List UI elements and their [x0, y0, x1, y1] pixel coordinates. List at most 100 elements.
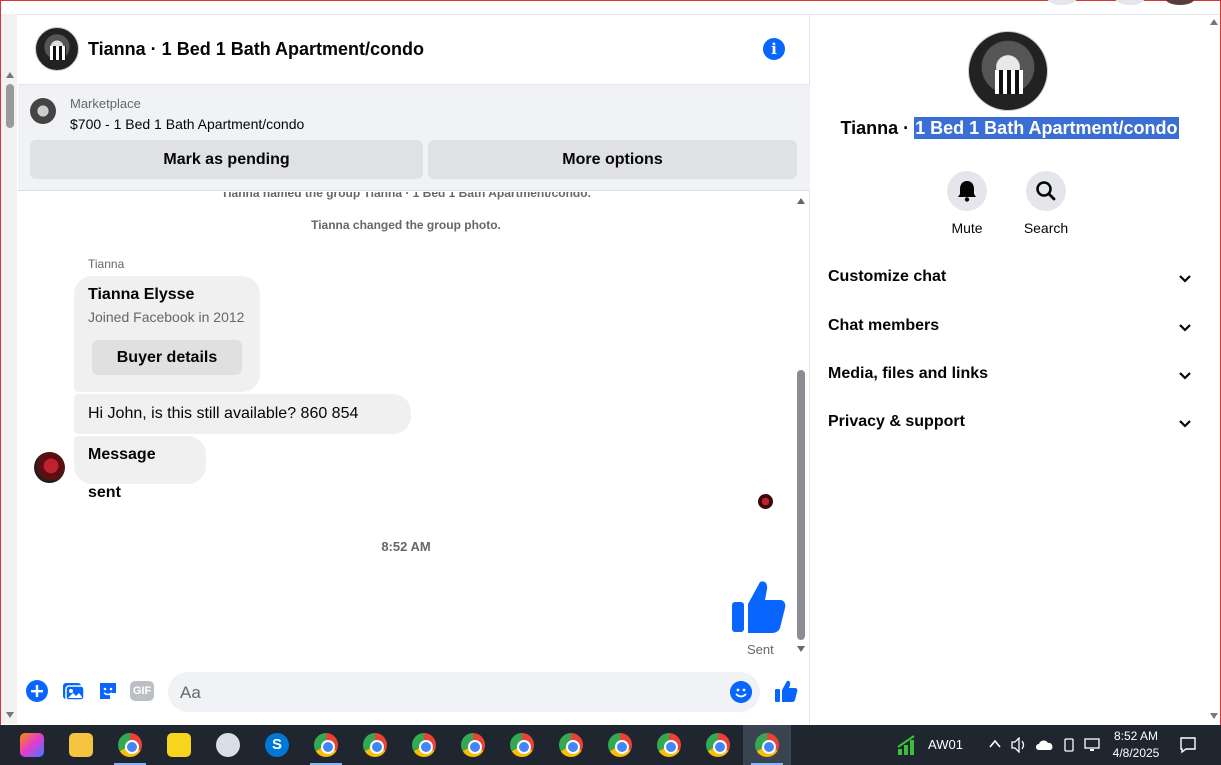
chevron-up-icon[interactable] — [988, 737, 1002, 751]
thumbs-up-send-icon[interactable] — [774, 679, 798, 703]
chrome-profile-icon[interactable] — [363, 733, 387, 757]
seen-indicator-avatar — [758, 494, 773, 509]
chrome-profile-icon[interactable] — [755, 733, 779, 757]
message-list: Tianna named the group Tianna · 1 Bed 1 … — [18, 192, 810, 662]
message-bubble[interactable]: Message sent — [74, 436, 206, 501]
menu-chat-members[interactable]: Chat members — [828, 317, 1192, 341]
scrollbar-thumb[interactable] — [6, 84, 14, 128]
group-name-selected: 1 Bed 1 Bath Apartment/condo — [914, 117, 1179, 139]
chevron-down-icon — [1179, 372, 1191, 380]
menu-label: Chat members — [828, 317, 940, 334]
toolbar-icon-partial[interactable] — [1115, 0, 1145, 5]
composer: GIF Aa — [18, 671, 810, 715]
copilot-icon[interactable] — [20, 733, 44, 757]
chrome-profile-icon[interactable] — [706, 733, 730, 757]
menu-privacy-support[interactable]: Privacy & support — [828, 413, 1192, 437]
scroll-up-arrow-icon[interactable] — [6, 72, 14, 78]
network-icon[interactable] — [1083, 737, 1101, 753]
listing-thumbnail[interactable] — [30, 98, 56, 124]
chevron-down-icon — [1179, 324, 1191, 332]
buyer-name: Tianna Elysse — [88, 286, 195, 303]
sent-status: Sent — [747, 642, 774, 657]
chat-header: Tianna · 1 Bed 1 Bath Apartment/condo i — [18, 15, 810, 85]
photo-icon[interactable] — [61, 679, 85, 703]
chat-info-panel: Tianna · 1 Bed 1 Bath Apartment/condo Mu… — [811, 15, 1208, 725]
notification-icon[interactable] — [1179, 736, 1197, 754]
more-options-button[interactable]: More options — [428, 140, 797, 179]
thumbs-up-icon — [732, 581, 786, 633]
clock-date: 4/8/2025 — [1112, 746, 1160, 760]
network-chart-icon[interactable] — [896, 733, 920, 757]
plus-circle-icon[interactable] — [25, 679, 49, 703]
skype-icon[interactable]: S — [265, 733, 289, 757]
buyer-details-button[interactable]: Buyer details — [92, 340, 242, 375]
menu-label: Media, files and links — [828, 365, 989, 382]
chrome-profile-icon[interactable] — [461, 733, 485, 757]
page-scrollbar[interactable] — [1, 14, 17, 724]
scroll-down-arrow-icon[interactable] — [1210, 713, 1218, 719]
emoji-icon[interactable] — [730, 681, 752, 703]
group-name-prefix: Tianna · — [840, 118, 915, 138]
toolbar-icon-partial[interactable] — [1047, 0, 1077, 5]
group-name[interactable]: Tianna · 1 Bed 1 Bath Apartment/condo — [811, 117, 1208, 139]
file-explorer-icon[interactable] — [69, 733, 93, 757]
volume-icon[interactable] — [1010, 737, 1028, 753]
system-clock[interactable]: 8:52 AM 4/8/2025 — [1110, 728, 1162, 762]
system-message: Tianna named the group Tianna · 1 Bed 1 … — [221, 192, 591, 200]
menu-label: Privacy & support — [828, 413, 965, 430]
chrome-profile-icon[interactable] — [608, 733, 632, 757]
chat-column: Tianna · 1 Bed 1 Bath Apartment/condo i … — [18, 15, 810, 725]
system-message: Tianna changed the group photo. — [311, 218, 501, 232]
device-icon[interactable] — [1061, 737, 1077, 753]
chrome-profile-icon[interactable] — [510, 733, 534, 757]
gif-icon[interactable]: GIF — [130, 681, 154, 701]
listing-title[interactable]: $700 - 1 Bed 1 Bath Apartment/condo — [70, 116, 304, 132]
marketplace-label: Marketplace — [70, 96, 141, 111]
scrollbar-thumb[interactable] — [797, 370, 805, 640]
sender-name: Tianna — [88, 257, 125, 271]
search-label: Search — [1023, 220, 1069, 236]
buyer-joined: Joined Facebook in 2012 — [88, 309, 245, 325]
scroll-down-arrow-icon[interactable] — [797, 646, 805, 652]
info-icon[interactable]: i — [763, 38, 785, 60]
message-timestamp: 8:52 AM — [381, 539, 431, 554]
profile-avatar-partial[interactable] — [1165, 0, 1195, 5]
menu-label: Customize chat — [828, 268, 947, 285]
message-bubble[interactable]: Hi John, is this still available? 860 85… — [74, 394, 411, 462]
tray-label[interactable]: AW01 — [928, 737, 963, 752]
chrome-profile-icon[interactable] — [412, 733, 436, 757]
mark-as-pending-button[interactable]: Mark as pending — [30, 140, 423, 179]
marketplace-banner: Marketplace $700 - 1 Bed 1 Bath Apartmen… — [18, 85, 810, 191]
group-photo[interactable] — [968, 31, 1048, 111]
mute-button[interactable]: Mute — [937, 171, 997, 236]
taskbar: S AW01 8:52 AM 4/8/2025 — [0, 725, 1221, 765]
chevron-down-icon — [1179, 420, 1191, 428]
onedrive-cloud-icon[interactable] — [1035, 738, 1055, 752]
chrome-profile-icon[interactable] — [657, 733, 681, 757]
sender-avatar[interactable] — [34, 452, 65, 483]
group-avatar[interactable] — [35, 27, 79, 71]
menu-customize-chat[interactable]: Customize chat — [828, 268, 1192, 292]
chrome-icon[interactable] — [118, 733, 142, 757]
chevron-down-icon — [1179, 275, 1191, 283]
right-scrollbar[interactable] — [1208, 15, 1220, 725]
chat-title[interactable]: Tianna · 1 Bed 1 Bath Apartment/condo — [88, 39, 424, 60]
clock-time: 8:52 AM — [1113, 729, 1159, 743]
menu-media-files-links[interactable]: Media, files and links — [828, 365, 1192, 389]
scroll-down-arrow-icon[interactable] — [6, 712, 14, 718]
sticky-notes-icon[interactable] — [167, 733, 191, 757]
message-input-placeholder: Aa — [180, 683, 201, 702]
chat-scrollbar[interactable] — [794, 196, 808, 658]
message-input[interactable]: Aa — [168, 672, 760, 712]
chrome-profile-icon[interactable] — [559, 733, 583, 757]
scroll-up-arrow-icon[interactable] — [1210, 19, 1218, 25]
scroll-up-arrow-icon[interactable] — [797, 198, 805, 204]
app-icon[interactable] — [216, 733, 240, 757]
sticker-icon[interactable] — [96, 679, 120, 703]
mute-label: Mute — [951, 220, 983, 236]
search-icon[interactable] — [1026, 171, 1066, 211]
buyer-card: Tianna Elysse Joined Facebook in 2012 Bu… — [74, 276, 260, 392]
bell-icon[interactable] — [947, 171, 987, 211]
search-button[interactable]: Search — [1016, 171, 1076, 236]
chrome-profile-icon[interactable] — [314, 733, 338, 757]
